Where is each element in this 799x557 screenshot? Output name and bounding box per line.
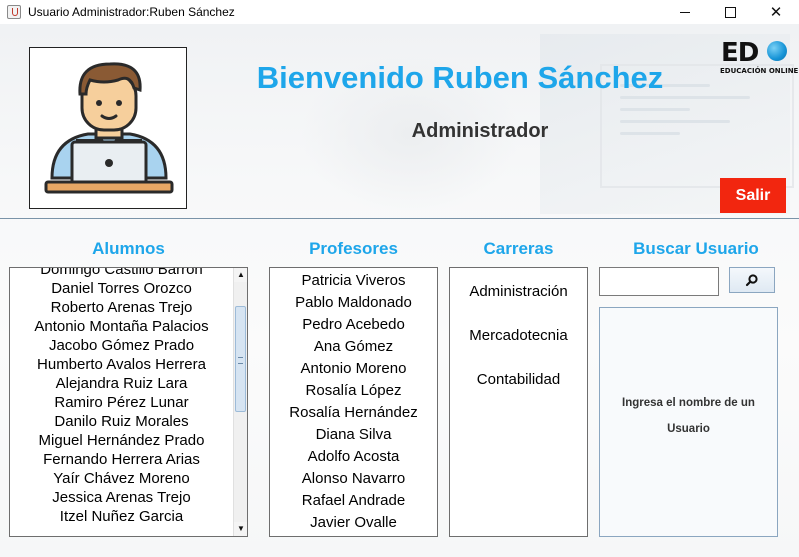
list-item[interactable]: Contabilidad (450, 358, 587, 402)
list-item[interactable]: Danilo Ruiz Morales (10, 412, 233, 431)
list-item[interactable]: Miguel Hernández Prado (10, 431, 233, 450)
list-item[interactable]: Mercadotecnia (450, 314, 587, 358)
alumnos-title: Alumnos (92, 239, 165, 258)
java-app-icon (7, 5, 21, 19)
alumnos-scrollbar[interactable]: ▲ ▼ (233, 268, 247, 536)
search-results-panel: Ingresa el nombre de un Usuario (599, 307, 778, 537)
list-item[interactable]: Ramiro Pérez Lunar (10, 393, 233, 412)
close-icon: ✕ (769, 2, 783, 21)
edo-logo: ED EDUCACIÓN ONLINE (714, 38, 798, 78)
list-item[interactable]: Roberto Arenas Trejo (10, 298, 233, 317)
carreras-list[interactable]: Administración Mercadotecnia Contabilida… (449, 267, 588, 537)
main-panel: Bienvenido Ruben Sánchez Administrador E… (0, 24, 799, 557)
list-item[interactable]: Patricia Viveros (270, 270, 437, 292)
buscar-usuario-title: Buscar Usuario (633, 239, 759, 258)
list-item[interactable]: Rosalía López (270, 380, 437, 402)
list-item[interactable]: Daniel Torres Orozco (10, 279, 233, 298)
carreras-title: Carreras (483, 239, 554, 258)
maximize-button[interactable] (707, 0, 753, 24)
scroll-down-arrow-icon[interactable]: ▼ (234, 522, 247, 536)
list-item[interactable]: Antonio Montaña Palacios (10, 317, 233, 336)
header-divider (0, 218, 799, 219)
welcome-heading: Bienvenido Ruben Sánchez (256, 60, 664, 95)
profesores-items: Patricia Viveros Pablo Maldonado Pedro A… (270, 270, 437, 534)
search-icon (745, 274, 758, 287)
search-input[interactable] (599, 267, 719, 296)
title-bar: Usuario Administrador:Ruben Sánchez ✕ (0, 0, 799, 24)
avatar-frame (29, 47, 187, 209)
list-item[interactable]: Adolfo Acosta (270, 446, 437, 468)
carreras-items: Administración Mercadotecnia Contabilida… (450, 270, 587, 402)
list-item[interactable]: Alonso Navarro (270, 468, 437, 490)
list-item[interactable]: Antonio Moreno (270, 358, 437, 380)
scroll-up-arrow-icon[interactable]: ▲ (234, 268, 247, 282)
scrollbar-thumb[interactable] (235, 306, 246, 412)
list-item[interactable]: Administración (450, 270, 587, 314)
globe-icon (767, 41, 787, 61)
logo-letters: ED (721, 38, 759, 68)
alumnos-list[interactable]: Domingo Castillo Barrón Daniel Torres Or… (9, 267, 248, 537)
minimize-icon (680, 11, 690, 13)
exit-button[interactable]: Salir (720, 178, 786, 213)
list-item[interactable]: Rafael Andrade (270, 490, 437, 512)
maximize-icon (724, 6, 736, 18)
grip-icon (238, 357, 243, 364)
list-item[interactable]: Pablo Maldonado (270, 292, 437, 314)
list-item[interactable]: Itzel Nuñez Garcia (10, 507, 233, 526)
list-item[interactable]: Alejandra Ruiz Lara (10, 374, 233, 393)
search-button[interactable] (729, 267, 775, 293)
list-item[interactable]: Jessica Arenas Trejo (10, 488, 233, 507)
background-code-line (620, 108, 690, 111)
list-item[interactable]: Ana Gómez (270, 336, 437, 358)
role-label: Administrador (411, 120, 549, 142)
user-at-laptop-icon (44, 62, 174, 194)
list-item[interactable]: Yaír Chávez Moreno (10, 469, 233, 488)
logo-subtitle: EDUCACIÓN ONLINE (720, 67, 799, 75)
profesores-list[interactable]: Patricia Viveros Pablo Maldonado Pedro A… (269, 267, 438, 537)
list-item[interactable]: Humberto Avalos Herrera (10, 355, 233, 374)
list-item[interactable]: Domingo Castillo Barrón (10, 268, 233, 279)
list-item[interactable]: Diana Silva (270, 424, 437, 446)
list-item[interactable]: Jacobo Gómez Prado (10, 336, 233, 355)
profesores-title: Profesores (309, 239, 398, 258)
window-title: Usuario Administrador:Ruben Sánchez (28, 5, 235, 19)
list-item[interactable]: Javier Ovalle (270, 512, 437, 534)
minimize-button[interactable] (662, 0, 708, 24)
close-button[interactable]: ✕ (753, 0, 799, 24)
search-hint-message: Ingresa el nombre de un Usuario (622, 397, 755, 435)
list-item[interactable]: Fernando Herrera Arias (10, 450, 233, 469)
alumnos-items: Domingo Castillo Barrón Daniel Torres Or… (10, 268, 233, 526)
list-item[interactable]: Pedro Acebedo (270, 314, 437, 336)
background-code-line (620, 120, 730, 123)
list-item[interactable]: Rosalía Hernández (270, 402, 437, 424)
background-code-line (620, 96, 750, 99)
